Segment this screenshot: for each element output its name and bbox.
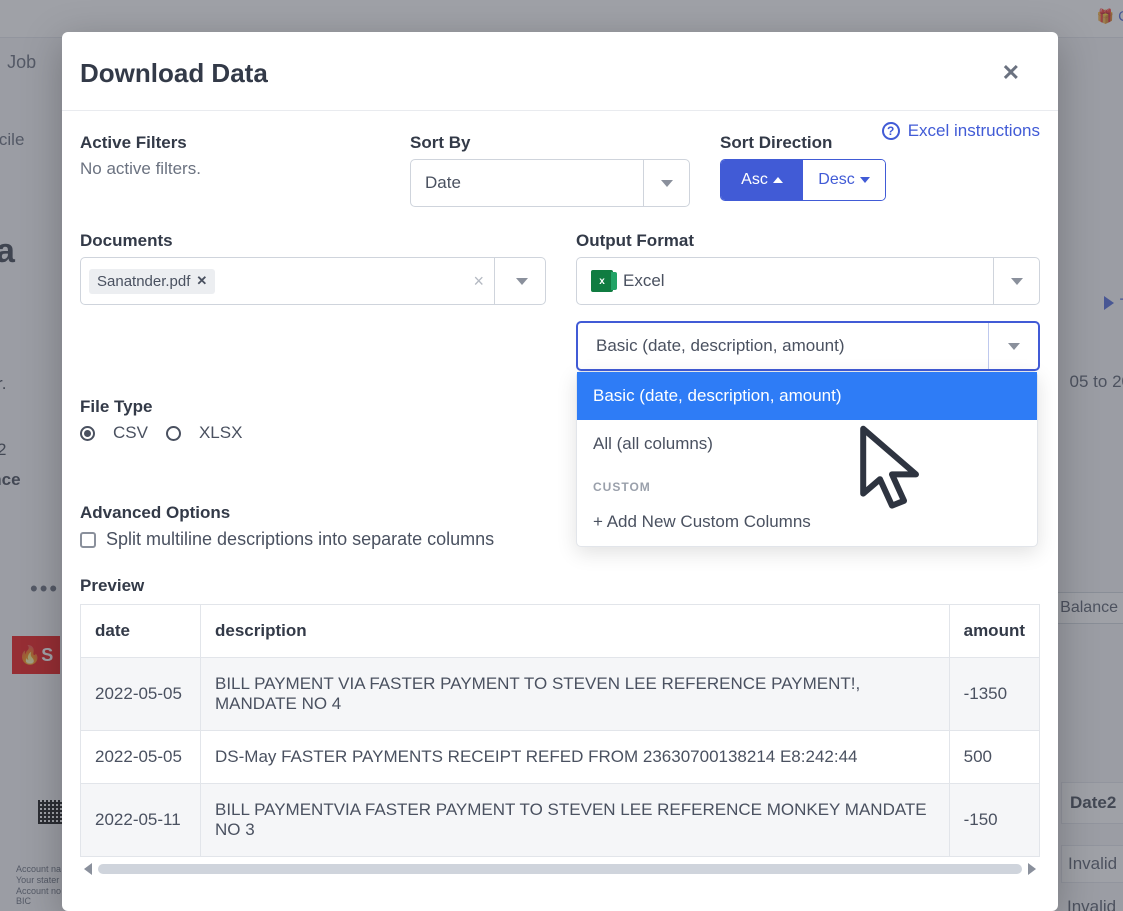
table-row: 2022-05-05 DS-May FASTER PAYMENTS RECEIP… bbox=[81, 731, 1040, 784]
scroll-right-icon[interactable] bbox=[1028, 863, 1036, 875]
th-description: description bbox=[201, 605, 950, 658]
dropdown-heading-custom: CUSTOM bbox=[577, 468, 1037, 498]
chip-remove-icon[interactable]: ✕ bbox=[196, 273, 207, 289]
dropdown-option-basic[interactable]: Basic (date, description, amount) bbox=[577, 372, 1037, 420]
asc-button[interactable]: Asc bbox=[721, 160, 803, 200]
horizontal-scrollbar[interactable] bbox=[80, 861, 1040, 875]
active-filters-label: Active Filters bbox=[80, 133, 380, 153]
radio-xlsx-label: XLSX bbox=[199, 423, 242, 443]
chevron-down-icon bbox=[1008, 343, 1020, 350]
no-filters-text: No active filters. bbox=[80, 159, 380, 179]
document-chip: Sanatnder.pdf ✕ bbox=[89, 269, 215, 294]
dropdown-option-all[interactable]: All (all columns) bbox=[577, 420, 1037, 468]
scroll-left-icon[interactable] bbox=[84, 863, 92, 875]
split-checkbox[interactable] bbox=[80, 532, 96, 548]
cursor-icon bbox=[854, 424, 930, 525]
arrow-up-icon bbox=[773, 177, 783, 183]
table-row: 2022-05-11 BILL PAYMENTVIA FASTER PAYMEN… bbox=[81, 784, 1040, 857]
clear-all-icon[interactable]: × bbox=[463, 258, 495, 304]
sortby-label: Sort By bbox=[410, 133, 690, 153]
sortby-select[interactable]: Date bbox=[410, 159, 690, 207]
documents-label: Documents bbox=[80, 231, 546, 251]
desc-button[interactable]: Desc bbox=[803, 160, 885, 200]
table-row: 2022-05-05 BILL PAYMENT VIA FASTER PAYME… bbox=[81, 658, 1040, 731]
sortdir-toggle: Asc Desc bbox=[720, 159, 886, 201]
outputformat-select[interactable]: x Excel bbox=[576, 257, 1040, 305]
excel-instructions-link[interactable]: ? Excel instructions bbox=[882, 121, 1040, 141]
split-checkbox-label: Split multiline descriptions into separa… bbox=[106, 529, 494, 550]
modal-title: Download Data bbox=[80, 58, 268, 89]
chevron-down-icon bbox=[1011, 278, 1023, 285]
preview-label: Preview bbox=[80, 576, 1040, 596]
th-date: date bbox=[81, 605, 201, 658]
radio-csv[interactable] bbox=[80, 426, 95, 441]
format-select[interactable]: Basic (date, description, amount) bbox=[576, 321, 1040, 371]
preview-table: date description amount 2022-05-05 BILL … bbox=[80, 604, 1040, 857]
radio-csv-label: CSV bbox=[113, 423, 148, 443]
th-amount: amount bbox=[949, 605, 1039, 658]
help-icon: ? bbox=[882, 122, 900, 140]
dropdown-option-addnew[interactable]: + Add New Custom Columns bbox=[577, 498, 1037, 546]
arrow-down-icon bbox=[860, 177, 870, 183]
radio-xlsx[interactable] bbox=[166, 426, 181, 441]
outputformat-label: Output Format bbox=[576, 231, 1040, 251]
excel-icon: x bbox=[591, 270, 613, 292]
documents-select[interactable]: Sanatnder.pdf ✕ × bbox=[80, 257, 546, 305]
chevron-down-icon bbox=[661, 180, 673, 187]
format-dropdown: Basic (date, description, amount) All (a… bbox=[576, 371, 1038, 547]
chevron-down-icon bbox=[516, 278, 528, 285]
close-button[interactable]: ✕ bbox=[994, 56, 1028, 90]
